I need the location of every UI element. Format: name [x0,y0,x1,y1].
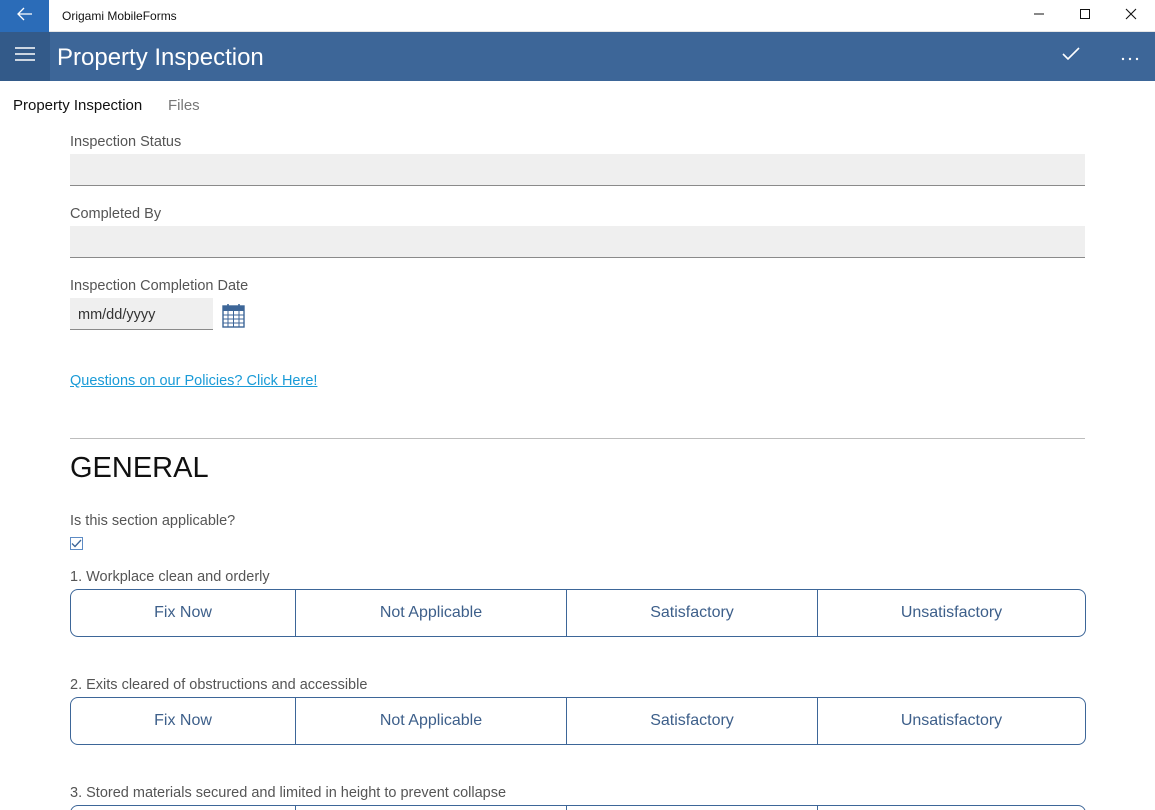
question-2-options: Fix Now Not Applicable Satisfactory Unsa… [70,697,1086,745]
tab-property-inspection[interactable]: Property Inspection [13,97,142,114]
question-2-fix-now-button[interactable]: Fix Now [71,698,295,744]
submit-button[interactable] [1048,32,1094,81]
minimize-button[interactable] [1016,0,1062,32]
question-1-options: Fix Now Not Applicable Satisfactory Unsa… [70,589,1086,637]
completion-date-label: Inspection Completion Date [70,278,249,294]
question-1-label: 1. Workplace clean and orderly [70,569,270,585]
page-title: Property Inspection [57,44,264,71]
section-applicable-label: Is this section applicable? [70,513,236,529]
menu-button[interactable] [0,32,50,81]
section-title: GENERAL [70,452,209,484]
completed-by-label: Completed By [70,206,162,222]
question-2-label: 2. Exits cleared of obstructions and acc… [70,677,368,693]
policy-link[interactable]: Questions on our Policies? Click Here! [70,373,317,389]
question-1-not-applicable-button[interactable]: Not Applicable [295,590,566,636]
question-1-fix-now-button[interactable]: Fix Now [71,590,295,636]
question-2-satisfactory-button[interactable]: Satisfactory [566,698,817,744]
app-header: Property Inspection [0,32,1155,81]
tab-files[interactable]: Files [168,97,200,114]
hamburger-icon [15,46,35,67]
close-icon [1125,7,1137,25]
question-2-unsatisfactory-button[interactable]: Unsatisfactory [817,698,1085,744]
calendar-icon[interactable] [222,303,245,328]
question-3-fix-now-button[interactable] [71,806,295,810]
window-titlebar: Origami MobileForms [0,0,1155,32]
question-1-satisfactory-button[interactable]: Satisfactory [566,590,817,636]
question-3-not-applicable-button[interactable] [295,806,566,810]
minimize-icon [1033,7,1045,25]
section-applicable-checkbox[interactable] [70,537,83,550]
question-3-label: 3. Stored materials secured and limited … [70,785,507,801]
inspection-status-field[interactable] [70,154,1085,186]
completion-date-field[interactable]: mm/dd/yyyy [70,298,213,330]
checkmark-icon [1062,47,1080,66]
question-1-unsatisfactory-button[interactable]: Unsatisfactory [817,590,1085,636]
question-3-satisfactory-button[interactable] [566,806,817,810]
back-arrow-icon [16,7,33,26]
more-icon [1121,48,1139,66]
back-button[interactable] [0,0,49,32]
maximize-button[interactable] [1062,0,1108,32]
app-title: Origami MobileForms [62,9,177,23]
close-button[interactable] [1108,0,1154,32]
maximize-icon [1079,7,1091,25]
more-button[interactable] [1107,32,1153,81]
inspection-status-label: Inspection Status [70,134,182,150]
question-2-not-applicable-button[interactable]: Not Applicable [295,698,566,744]
checkbox-check-icon [71,535,82,553]
completed-by-field[interactable] [70,226,1085,258]
question-3-unsatisfactory-button[interactable] [817,806,1085,810]
section-divider [70,438,1085,439]
question-3-options [70,805,1086,810]
